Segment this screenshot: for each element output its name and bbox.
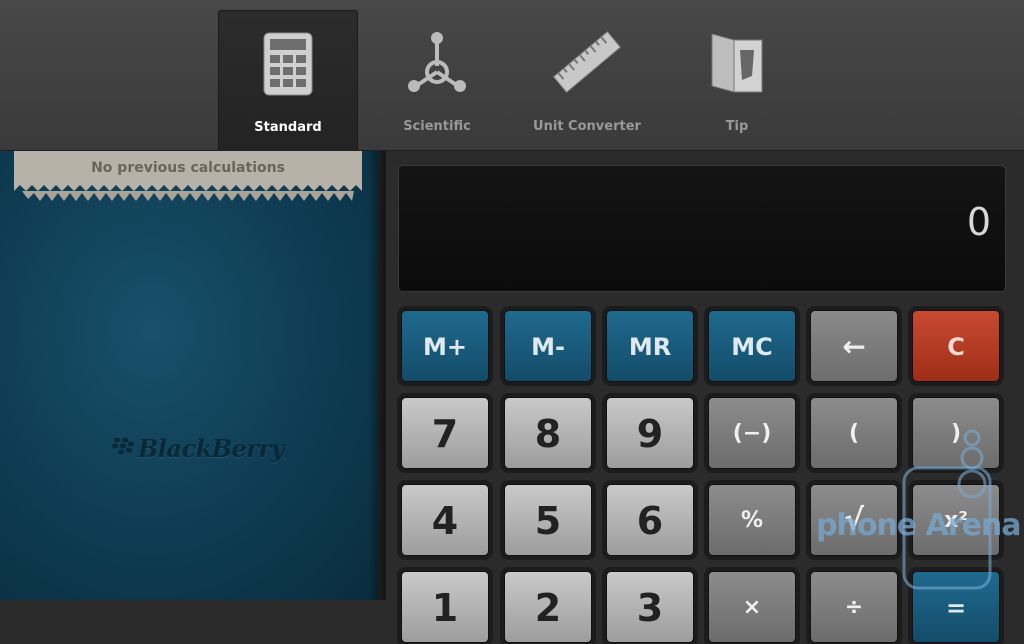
tab-unit-converter-label: Unit Converter [533, 119, 641, 134]
multiply-button[interactable]: × [708, 571, 796, 643]
digit-2-button[interactable]: 2 [504, 571, 592, 643]
calculator-icon [263, 32, 313, 96]
tab-unit-converter[interactable]: Unit Converter [518, 10, 656, 150]
tab-bar: Standard Scientific Unit Converter Tip [0, 0, 1024, 151]
brand-logo: BlackBerry [138, 434, 284, 463]
tab-scientific[interactable]: Scientific [368, 10, 506, 150]
memory-recall-button[interactable]: MR [606, 310, 694, 382]
history-panel [0, 151, 378, 600]
digit-3-button[interactable]: 3 [606, 571, 694, 643]
ruler-icon [553, 31, 621, 93]
memory-subtract-button[interactable]: M- [504, 310, 592, 382]
digit-5-button[interactable]: 5 [504, 484, 592, 556]
percent-button[interactable]: % [708, 484, 796, 556]
memory-add-button[interactable]: M+ [401, 310, 489, 382]
display-value: 0 [966, 200, 991, 244]
digit-1-button[interactable]: 1 [401, 571, 489, 643]
atom-icon [408, 32, 466, 92]
phone-outline-watermark-icon [902, 429, 992, 590]
blackberry-logo-icon [112, 437, 134, 455]
backspace-button[interactable]: ← [810, 310, 898, 382]
panel-divider-shadow [368, 151, 386, 600]
tab-tip-label: Tip [725, 119, 749, 134]
tab-standard[interactable]: Standard [218, 10, 358, 151]
result-display: 0 [398, 165, 1006, 292]
divide-button[interactable]: ÷ [810, 571, 898, 643]
digit-4-button[interactable]: 4 [401, 484, 489, 556]
watermark-text: phone Arena [816, 508, 1022, 543]
digit-7-button[interactable]: 7 [401, 397, 489, 469]
history-tape[interactable]: No previous calculations [14, 151, 362, 209]
tab-scientific-label: Scientific [403, 119, 471, 134]
tab-standard-label: Standard [254, 120, 322, 135]
open-paren-button[interactable]: ( [810, 397, 898, 469]
digit-6-button[interactable]: 6 [606, 484, 694, 556]
digit-8-button[interactable]: 8 [504, 397, 592, 469]
memory-clear-button[interactable]: MC [708, 310, 796, 382]
negate-button[interactable]: (−) [708, 397, 796, 469]
clear-button[interactable]: C [912, 310, 1000, 382]
digit-9-button[interactable]: 9 [606, 397, 694, 469]
history-empty-text: No previous calculations [91, 160, 285, 176]
menu-card-icon [711, 33, 763, 93]
tab-tip[interactable]: Tip [668, 10, 806, 150]
